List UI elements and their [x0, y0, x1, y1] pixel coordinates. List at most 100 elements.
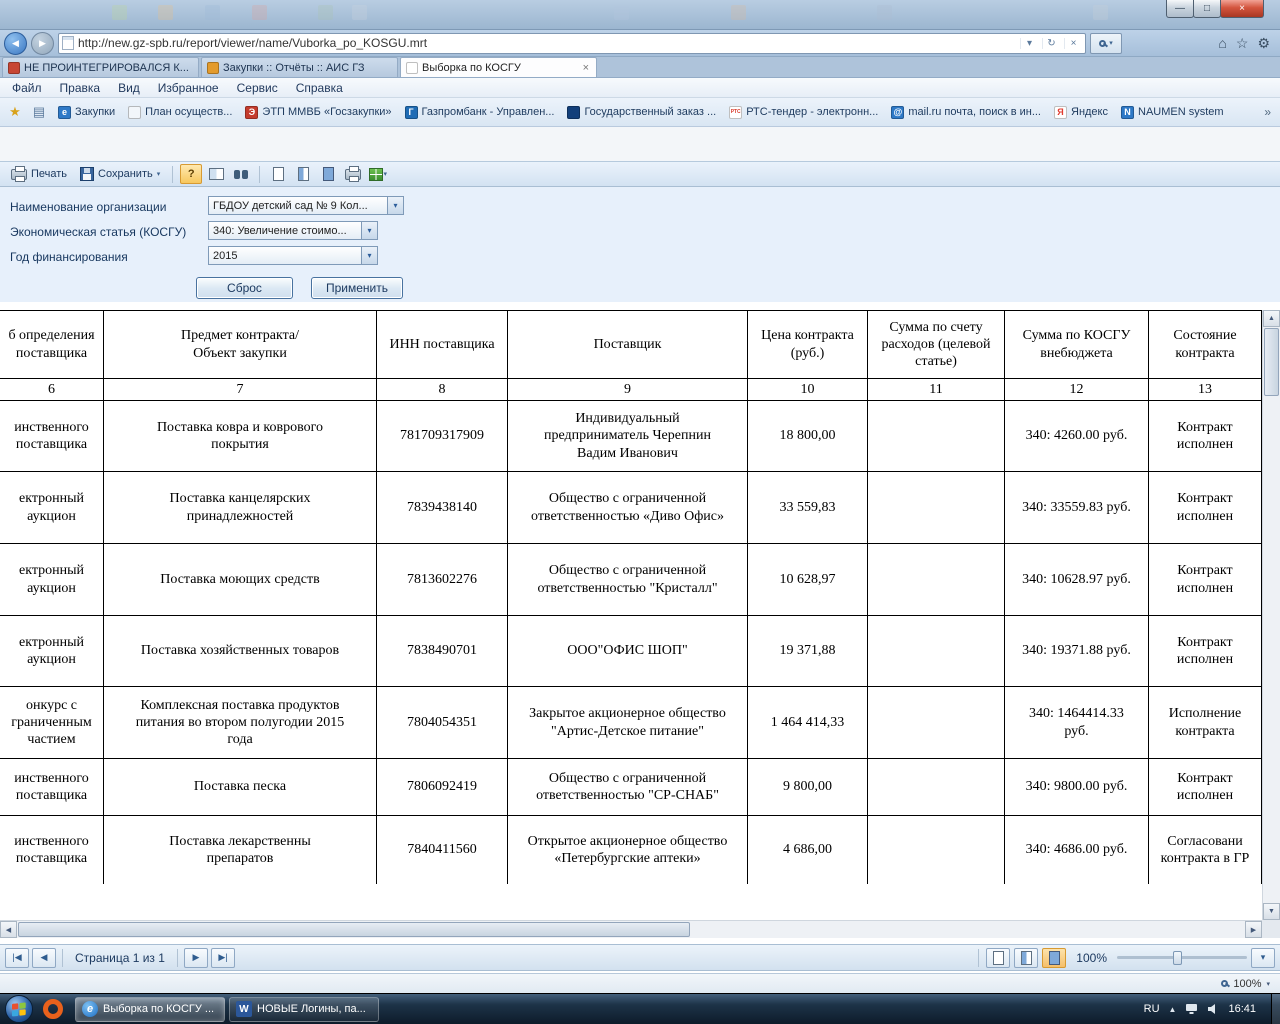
desktop-icon-ghost [318, 5, 333, 20]
last-page-button[interactable]: ▶| [210, 947, 235, 968]
favorites-item-8[interactable]: N NAUMEN system [1115, 103, 1230, 122]
browser-tab-0[interactable]: НЕ ПРОИНТЕГРИРОВАЛСЯ К... [2, 57, 199, 77]
favorites-item-0[interactable]: e Закупки [52, 103, 121, 122]
save-dropdown-icon: ▾ [156, 171, 161, 178]
favorite-label: Яндекс [1071, 106, 1108, 118]
menu-item-1[interactable]: Правка [51, 79, 110, 97]
close-button[interactable]: × [1220, 0, 1264, 18]
table-cell: 7838490701 [377, 616, 508, 687]
start-button[interactable] [5, 995, 33, 1023]
horizontal-scrollbar[interactable]: ◀ ▶ [0, 920, 1262, 938]
network-icon[interactable] [1185, 1003, 1198, 1015]
url-field[interactable]: http://new.gz-spb.ru/report/viewer/name/… [58, 32, 1086, 54]
parameters-button[interactable] [205, 164, 227, 184]
browser-tab-2[interactable]: Выборка по КОСГУ × [400, 57, 597, 77]
favorites-item-7[interactable]: Я Яндекс [1048, 103, 1114, 122]
print-button[interactable]: Печать [6, 165, 72, 182]
scroll-right-icon[interactable]: ▶ [1245, 921, 1262, 938]
menu-item-0[interactable]: Файл [3, 79, 51, 97]
vertical-scroll-thumb[interactable] [1264, 328, 1279, 396]
menu-item-4[interactable]: Сервис [228, 79, 287, 97]
zoom-dropdown-button[interactable]: ▾ [1251, 947, 1275, 968]
stop-icon[interactable]: × [1064, 37, 1082, 49]
table-cell: ектронный аукцион [0, 616, 104, 687]
browser-tab-1[interactable]: Закупки :: Отчёты :: АИС ГЗ [201, 57, 398, 77]
next-page-button[interactable]: ▶ [183, 947, 208, 968]
reset-button[interactable]: Сброс [196, 277, 293, 299]
page-setup-button[interactable] [267, 164, 289, 184]
hidden-icons-chevron-icon[interactable]: ▲ [1169, 1005, 1177, 1014]
menu-item-2[interactable]: Вид [109, 79, 149, 97]
favorites-item-2[interactable]: Э ЭТП ММВБ «Госзакупки» [239, 103, 397, 122]
favorites-item-4[interactable]: Государственный заказ ... [561, 103, 722, 122]
search-button[interactable]: ▾ [1090, 32, 1122, 54]
zoom-slider[interactable] [1117, 949, 1247, 967]
show-desktop-button[interactable] [1271, 994, 1280, 1024]
table-cell: 340: 19371.88 руб. [1005, 616, 1149, 687]
add-favorite-icon[interactable]: ★ [4, 101, 26, 123]
url-dropdown-icon[interactable]: ▾ [1020, 37, 1038, 49]
column-header-9: Поставщик [508, 311, 748, 379]
zoom-slider-thumb[interactable] [1173, 950, 1182, 965]
favorites-item-6[interactable]: @ mail.ru почта, поиск в ин... [885, 103, 1047, 122]
single-page-view-button[interactable] [986, 947, 1011, 968]
favorites-list-icon[interactable]: ▤ [28, 101, 50, 123]
export-button[interactable]: ▾ [367, 164, 389, 184]
find-button[interactable] [230, 164, 252, 184]
whole-page-view-button[interactable] [317, 164, 339, 184]
one-page-view-button[interactable] [292, 164, 314, 184]
multi-page-view-button[interactable] [1042, 947, 1067, 968]
favorites-star-icon[interactable]: ☆ [1236, 35, 1249, 52]
vertical-scroll-track[interactable] [1263, 397, 1280, 903]
taskbar-app-0[interactable]: e Выборка по КОСГУ ... [75, 996, 225, 1022]
scroll-left-icon[interactable]: ◀ [0, 921, 17, 938]
table-cell [868, 472, 1005, 544]
settings-gear-icon[interactable]: ⚙ [1257, 35, 1270, 52]
status-zoom-dropdown-icon[interactable]: ▾ [1266, 980, 1270, 988]
back-button[interactable]: ◀ [4, 31, 27, 55]
favorites-item-3[interactable]: Г Газпромбанк - Управлен... [399, 103, 561, 122]
dropdown-arrow-icon: ▾ [361, 247, 377, 264]
horizontal-scroll-thumb[interactable] [18, 922, 690, 937]
favorites-item-1[interactable]: План осуществ... [122, 103, 238, 122]
print-preview-button[interactable] [342, 164, 364, 184]
scroll-down-icon[interactable]: ▼ [1263, 903, 1280, 920]
prev-page-button[interactable]: ◀ [32, 947, 56, 968]
minimize-button[interactable]: — [1166, 0, 1194, 18]
minimize-icon: — [1175, 3, 1185, 14]
horizontal-scroll-track[interactable] [691, 921, 1245, 938]
favorite-label: NAUMEN system [1138, 106, 1224, 118]
table-cell: 340: 33559.83 руб. [1005, 472, 1149, 544]
rts-icon: РТС [729, 105, 743, 119]
tab-close-icon[interactable]: × [581, 62, 591, 74]
vertical-scrollbar[interactable]: ▲ ▼ [1262, 310, 1280, 920]
close-icon: × [1239, 3, 1245, 14]
maximize-button[interactable]: □ [1193, 0, 1221, 18]
language-indicator[interactable]: RU [1144, 1003, 1160, 1015]
scroll-up-icon[interactable]: ▲ [1263, 310, 1280, 327]
forward-button[interactable]: ▶ [31, 31, 54, 55]
kosgu-select[interactable]: 340: Увеличение стоимо... ▾ [208, 221, 378, 240]
column-number-12: 12 [1005, 379, 1149, 401]
taskbar-apps: e Выборка по КОСГУ ... W НОВЫЕ Логины, па..… [75, 996, 379, 1022]
first-page-button[interactable]: |◀ [5, 947, 29, 968]
home-icon[interactable]: ⌂ [1218, 35, 1226, 52]
apply-button[interactable]: Применить [311, 277, 403, 299]
help-button[interactable]: ? [180, 164, 203, 184]
menu-item-3[interactable]: Избранное [149, 79, 228, 97]
pinned-app-icon[interactable] [43, 999, 63, 1019]
clock[interactable]: 16:41 [1228, 1003, 1256, 1015]
taskbar-app-1[interactable]: W НОВЫЕ Логины, па... [229, 996, 379, 1022]
naumen-icon: N [1121, 105, 1134, 119]
volume-icon[interactable] [1207, 1003, 1219, 1015]
favorites-item-5[interactable]: РТС РТС-тендер - электронн... [723, 103, 884, 122]
refresh-icon[interactable]: ↻ [1042, 37, 1060, 49]
organization-select[interactable]: ГБДОУ детский сад № 9 Кол... ▾ [208, 196, 404, 215]
overflow-chevron-icon[interactable]: » [1259, 105, 1276, 119]
menu-item-5[interactable]: Справка [287, 79, 352, 97]
year-select[interactable]: 2015 ▾ [208, 246, 378, 265]
table-row-1: инственного поставщика Поставка ковра и к… [0, 401, 1262, 472]
save-button[interactable]: Сохранить ▾ [75, 165, 165, 183]
continuous-view-button[interactable] [1014, 947, 1039, 968]
table-cell: 7804054351 [377, 687, 508, 759]
